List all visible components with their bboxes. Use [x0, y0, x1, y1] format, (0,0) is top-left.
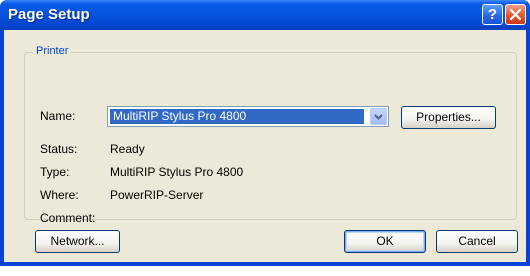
dialog-title: Page Setup [8, 6, 90, 23]
properties-button[interactable]: Properties... [401, 106, 496, 129]
status-label: Status: [40, 142, 78, 156]
printer-name-select[interactable]: MultiRIP Stylus Pro 4800 [107, 106, 389, 127]
printer-groupbox [24, 52, 517, 220]
printer-group-label: Printer [33, 45, 72, 57]
where-value: PowerRIP-Server [110, 188, 204, 202]
printer-name-value: MultiRIP Stylus Pro 4800 [110, 109, 364, 124]
name-label: Name: [40, 109, 76, 123]
close-icon [510, 9, 521, 20]
dialog-client-area: Printer Name: MultiRIP Stylus Pro 4800 P… [4, 30, 526, 262]
where-label: Where: [40, 188, 79, 202]
chevron-down-icon [374, 114, 383, 120]
help-button[interactable]: ? [482, 4, 503, 25]
network-button[interactable]: Network... [35, 230, 120, 253]
type-label: Type: [40, 165, 70, 179]
close-button[interactable] [505, 4, 526, 25]
status-value: Ready [110, 142, 145, 156]
type-value: MultiRIP Stylus Pro 4800 [110, 165, 244, 179]
cancel-button[interactable]: Cancel [436, 230, 518, 253]
page-setup-dialog: Page Setup ? Printer Name: MultiRIP Styl… [0, 0, 530, 266]
ok-button[interactable]: OK [344, 230, 426, 253]
comment-label: Comment: [40, 211, 96, 225]
dropdown-button[interactable] [370, 108, 387, 125]
title-bar[interactable]: Page Setup ? [0, 0, 530, 30]
